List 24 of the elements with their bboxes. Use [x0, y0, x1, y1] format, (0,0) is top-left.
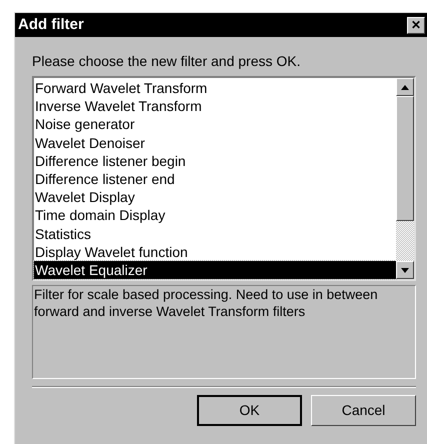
- filter-item[interactable]: Display Wavelet function: [34, 242, 396, 261]
- dialog-button[interactable]: OK: [197, 395, 302, 426]
- dialog-button[interactable]: Cancel: [311, 395, 416, 426]
- filter-item[interactable]: Time domain Display: [34, 206, 396, 224]
- description-box: Filter for scale based processing. Need to use in between forward and inverse Wavelet Transform filters: [32, 285, 416, 379]
- scrollbar[interactable]: [396, 78, 414, 279]
- filter-item[interactable]: Difference listener begin: [34, 152, 396, 170]
- filter-item[interactable]: Statistics: [34, 224, 396, 243]
- filter-list[interactable]: [32, 76, 416, 281]
- scroll-down-button[interactable]: [396, 261, 414, 279]
- filter-item[interactable]: Wavelet Equalizer: [34, 260, 396, 280]
- filter-item[interactable]: Wavelet Display: [34, 188, 396, 206]
- down-arrow-icon: [401, 268, 409, 272]
- filter-item[interactable]: Noise generator: [34, 115, 396, 134]
- close-button[interactable]: ✕: [407, 16, 425, 34]
- filter-item[interactable]: Inverse Wavelet Transform: [34, 97, 396, 116]
- up-arrow-icon: [401, 84, 409, 90]
- filter-item[interactable]: Forward Wavelet Transform: [34, 79, 396, 98]
- scroll-up-button[interactable]: [396, 78, 414, 96]
- prompt-text: Please choose the new filter and press OK.: [32, 52, 302, 70]
- filter-item[interactable]: Wavelet Denoiser: [34, 134, 396, 152]
- scroll-thumb[interactable]: [396, 96, 414, 221]
- filter-item[interactable]: Difference listener end: [34, 170, 396, 188]
- window-title: Add filter: [18, 14, 84, 35]
